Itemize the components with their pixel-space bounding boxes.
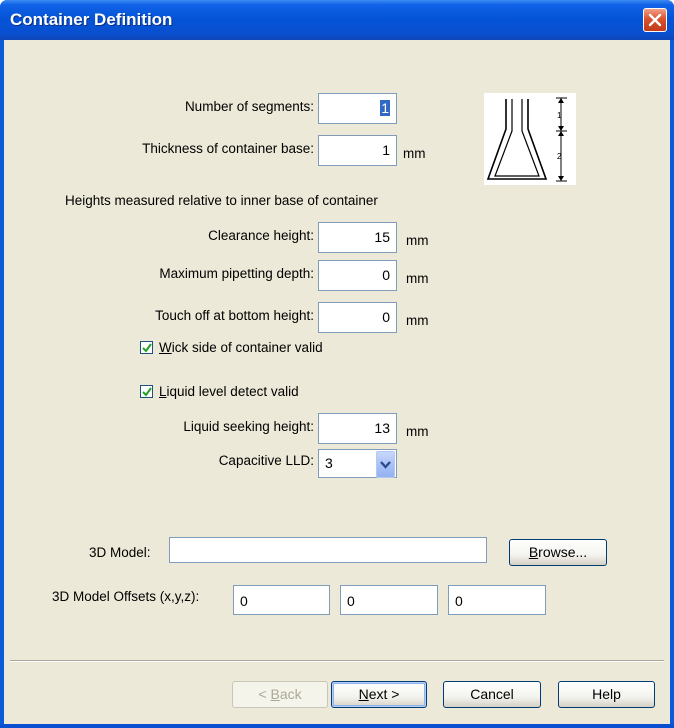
segments-label: Number of segments: xyxy=(184,99,314,114)
close-button[interactable] xyxy=(643,8,667,32)
dialog-window: Container Definition Number of segments:… xyxy=(0,0,674,728)
wick-label[interactable]: Wick side of container valid xyxy=(159,340,323,355)
chevron-down-icon xyxy=(380,461,391,469)
lld-checkbox[interactable] xyxy=(140,385,153,398)
touch-off-label: Touch off at bottom height: xyxy=(155,308,314,323)
clearance-input[interactable]: 15 xyxy=(318,222,397,253)
capacitive-lld-value: 3 xyxy=(325,455,333,471)
checkmark-icon xyxy=(142,343,152,353)
close-icon xyxy=(648,13,662,27)
checkmark-icon xyxy=(142,387,152,397)
next-button[interactable]: Next > xyxy=(331,681,427,708)
segments-value: 1 xyxy=(380,100,390,116)
heights-note: Heights measured relative to inner base … xyxy=(65,193,378,208)
diagram-label-1: 1 xyxy=(557,111,562,120)
title-bar[interactable]: Container Definition xyxy=(0,0,674,40)
seeking-height-label: Liquid seeking height: xyxy=(183,419,314,434)
clearance-label: Clearance height: xyxy=(208,228,314,243)
wick-checkbox[interactable] xyxy=(140,341,153,354)
offset-x-input[interactable]: 0 xyxy=(233,585,330,615)
back-button[interactable]: < Back xyxy=(232,681,328,708)
lld-label[interactable]: Liquid level detect valid xyxy=(159,384,299,399)
max-depth-unit: mm xyxy=(406,271,429,286)
seeking-height-input[interactable]: 13 xyxy=(318,413,397,444)
max-depth-label: Maximum pipetting depth: xyxy=(159,266,314,281)
footer-separator xyxy=(10,660,664,662)
seeking-height-unit: mm xyxy=(406,424,429,439)
capacitive-lld-label: Capacitive LLD: xyxy=(218,453,314,468)
window-frame-bottom xyxy=(0,724,674,728)
base-thickness-label: Thickness of container base: xyxy=(142,141,314,156)
base-thickness-input[interactable]: 1 xyxy=(318,135,397,166)
clearance-unit: mm xyxy=(406,233,429,248)
dialog-body: Number of segments: 1 Thickness of conta… xyxy=(4,40,670,724)
dropdown-button[interactable] xyxy=(376,451,395,478)
offsets-label: 3D Model Offsets (x,y,z): xyxy=(52,589,200,604)
model-label: 3D Model: xyxy=(89,545,151,560)
touch-off-unit: mm xyxy=(406,313,429,328)
base-thickness-unit: mm xyxy=(403,146,426,161)
offset-z-input[interactable]: 0 xyxy=(448,585,546,615)
browse-button[interactable]: Browse... xyxy=(509,539,607,566)
model-input[interactable] xyxy=(169,537,487,563)
diagram-label-2: 2 xyxy=(557,152,562,161)
max-depth-input[interactable]: 0 xyxy=(318,260,397,291)
touch-off-input[interactable]: 0 xyxy=(318,302,397,333)
segments-input[interactable]: 1 xyxy=(318,93,397,124)
window-title: Container Definition xyxy=(10,10,173,29)
help-button[interactable]: Help xyxy=(558,681,655,708)
offset-y-input[interactable]: 0 xyxy=(340,585,438,615)
cancel-button[interactable]: Cancel xyxy=(443,681,541,708)
capacitive-lld-select[interactable]: 3 xyxy=(318,449,397,478)
flask-segments-diagram: 1 2 xyxy=(484,93,576,185)
